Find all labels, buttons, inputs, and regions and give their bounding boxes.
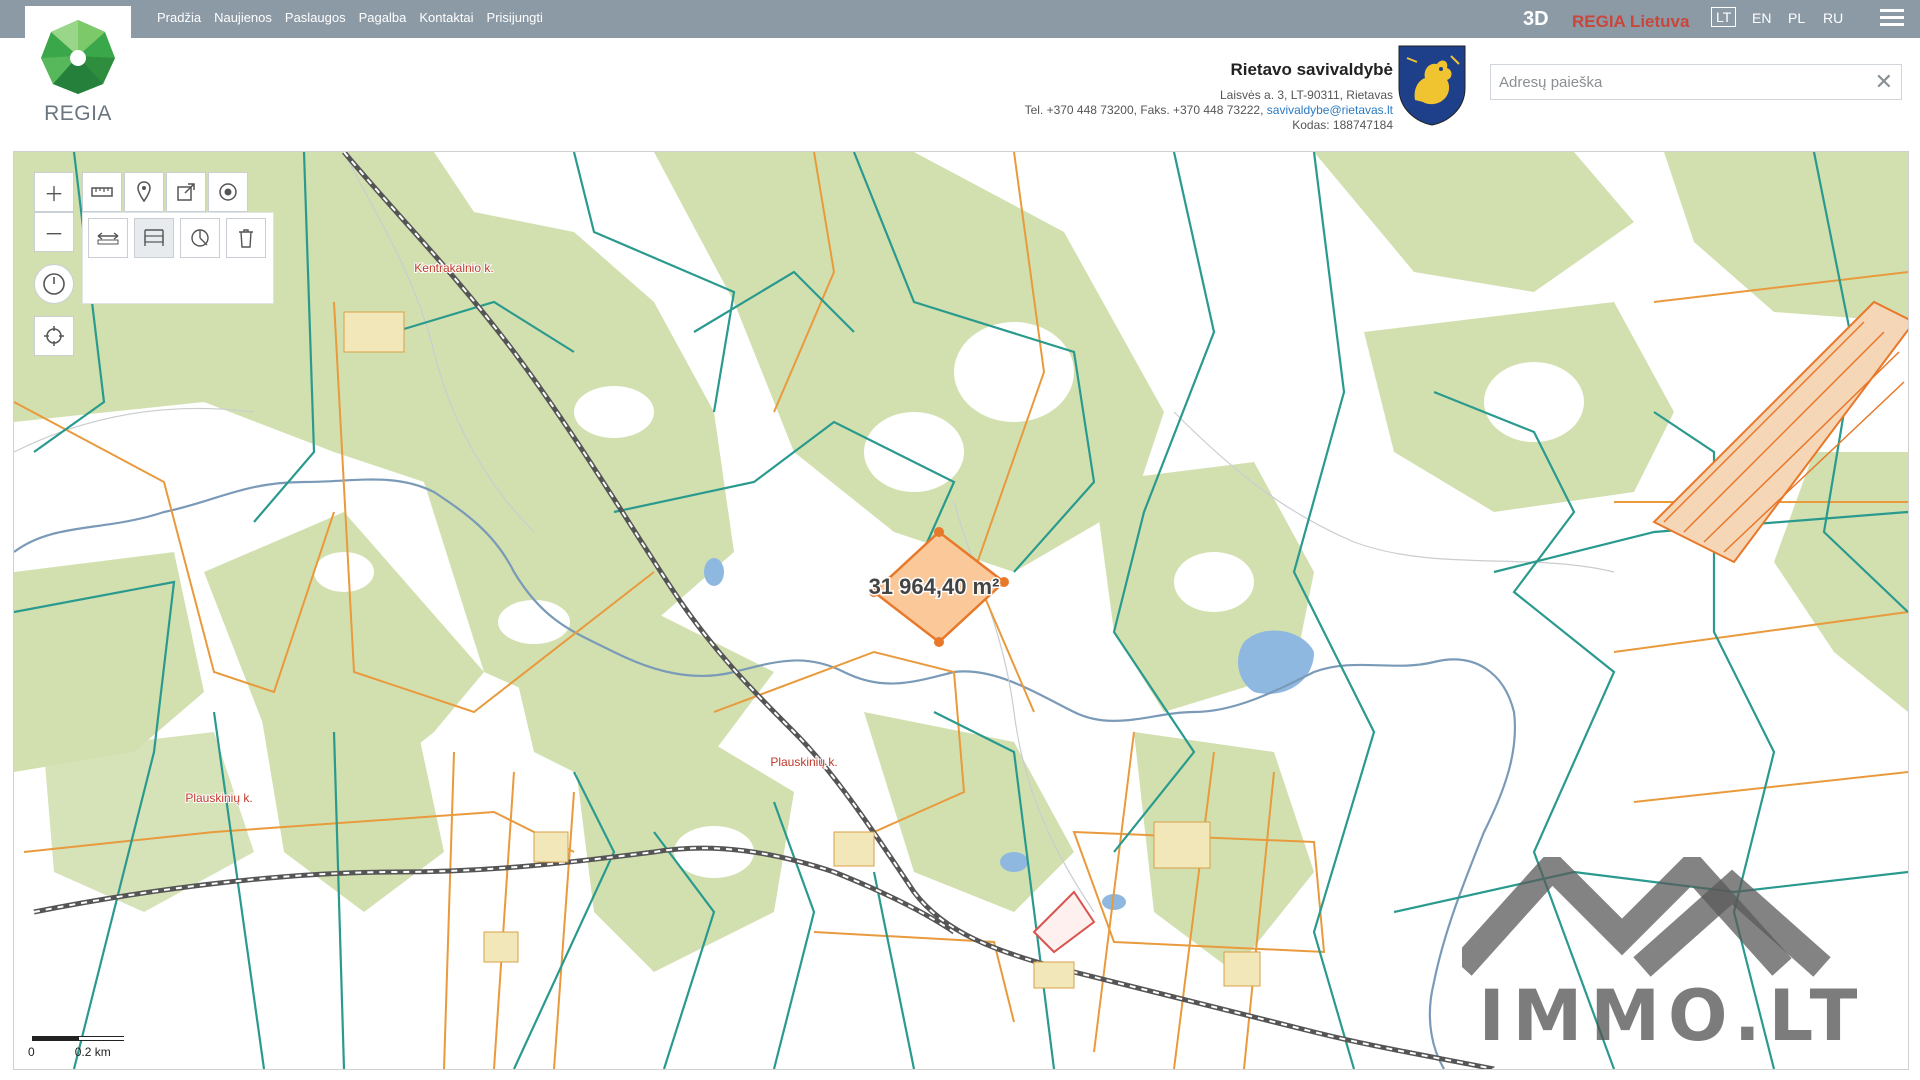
scale-distance: 0.2 km xyxy=(74,1045,111,1059)
lang-lt[interactable]: LT xyxy=(1711,7,1737,27)
village-label: Plauskinių k. xyxy=(185,791,252,805)
locate-icon[interactable] xyxy=(34,316,74,356)
zoom-out-icon[interactable]: － xyxy=(34,212,74,252)
share-icon[interactable] xyxy=(166,172,206,212)
immo-watermark: IMMO.LT xyxy=(1462,857,1882,1057)
municipality-name: Rietavo savivaldybė xyxy=(1230,60,1393,79)
nav-item-pradzia[interactable]: Pradžia xyxy=(157,10,201,25)
ruler-icon[interactable] xyxy=(82,172,122,212)
trash-icon[interactable] xyxy=(226,218,266,258)
coat-of-arms-icon xyxy=(1398,45,1466,126)
municipality-phone: Tel. +370 448 73200, Faks. +370 448 7322… xyxy=(1024,103,1267,117)
scale-bar xyxy=(32,1036,125,1041)
lang-en[interactable]: EN xyxy=(1752,10,1771,26)
nav-item-paslaugos[interactable]: Paslaugos xyxy=(285,10,346,25)
measure-area-icon[interactable] xyxy=(134,218,174,258)
map-view[interactable]: 31 964,40 m² Kentrakalnio k. Plauskinių … xyxy=(13,151,1909,1070)
nav-item-prisijungti[interactable]: Prisijungti xyxy=(487,10,543,25)
regia-logo[interactable]: REGIA xyxy=(25,6,131,134)
scale-zero: 0 xyxy=(28,1045,35,1059)
hamburger-icon[interactable] xyxy=(1880,9,1904,29)
map-pin-icon[interactable] xyxy=(124,172,164,212)
nav-item-kontaktai[interactable]: Kontaktai xyxy=(419,10,473,25)
watermark-text: IMMO.LT xyxy=(1478,975,1866,1057)
address-search: ✕ xyxy=(1490,64,1902,100)
regia-logo-text: REGIA xyxy=(44,102,112,125)
scale-labels: 0 0.2 km xyxy=(28,1045,111,1059)
regia-logo-icon xyxy=(41,20,115,94)
3d-button[interactable]: 3D xyxy=(1523,8,1549,31)
top-bar: Pradžia Naujienos Paslaugos Pagalba Kont… xyxy=(0,0,1920,38)
lang-ru[interactable]: RU xyxy=(1823,10,1843,26)
lang-pl[interactable]: PL xyxy=(1788,10,1805,26)
target-icon[interactable] xyxy=(208,172,248,212)
municipality-code: Kodas: 188747184 xyxy=(1292,118,1393,132)
municipality-address: Laisvės a. 3, LT-90311, Rietavas xyxy=(1220,88,1393,102)
close-icon[interactable]: ✕ xyxy=(1875,69,1893,95)
zoom-in-icon[interactable]: ＋ xyxy=(34,172,74,212)
area-label: 31 964,40 m² xyxy=(869,574,1000,599)
nav-item-pagalba[interactable]: Pagalba xyxy=(359,10,407,25)
measure-angle-icon[interactable] xyxy=(180,218,220,258)
measure-distance-icon[interactable] xyxy=(88,218,128,258)
regia-lietuva-link[interactable]: REGIA Lietuva xyxy=(1572,12,1689,32)
municipality-contacts: Tel. +370 448 73200, Faks. +370 448 7322… xyxy=(1025,103,1393,117)
municipality-email-link[interactable]: savivaldybe@rietavas.lt xyxy=(1267,103,1393,117)
history-icon[interactable] xyxy=(34,264,74,304)
village-label: Kentrakalnio k. xyxy=(414,261,493,275)
nav-item-naujienos[interactable]: Naujienos xyxy=(214,10,272,25)
village-label: Plauskinių k. xyxy=(770,755,837,769)
main-nav: Pradžia Naujienos Paslaugos Pagalba Kont… xyxy=(157,10,543,25)
address-search-input[interactable] xyxy=(1497,65,1861,99)
